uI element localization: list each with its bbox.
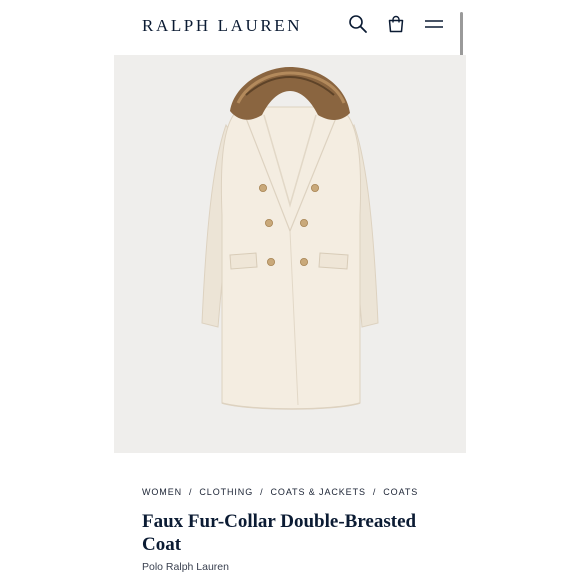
- breadcrumb-separator: /: [260, 487, 264, 497]
- coat-button: [264, 218, 273, 227]
- breadcrumb-clothing[interactable]: CLOTHING: [199, 487, 253, 497]
- coat-illustration: [114, 55, 466, 453]
- shopping-bag-icon[interactable]: [386, 14, 406, 34]
- search-icon[interactable]: [348, 14, 368, 34]
- coat-button: [299, 218, 308, 227]
- right-pocket-flap: [318, 252, 349, 270]
- coat-button: [310, 183, 319, 192]
- coat-button: [299, 257, 308, 266]
- product-title: Faux Fur-Collar Double-Breasted Coat: [142, 511, 417, 555]
- coat-button: [266, 257, 275, 266]
- breadcrumb-coats-jackets[interactable]: COATS & JACKETS: [271, 487, 366, 497]
- breadcrumb-women[interactable]: WOMEN: [142, 487, 182, 497]
- menu-icon[interactable]: [424, 14, 444, 34]
- site-header: RALPH LAUREN: [0, 0, 580, 52]
- product-brand: Polo Ralph Lauren: [142, 561, 229, 573]
- coat-button: [258, 183, 267, 192]
- left-pocket-flap: [229, 252, 258, 270]
- breadcrumb-coats[interactable]: COATS: [383, 487, 418, 497]
- product-image[interactable]: [114, 55, 466, 453]
- brand-logo[interactable]: RALPH LAUREN: [142, 16, 302, 36]
- breadcrumb-separator: /: [189, 487, 193, 497]
- breadcrumb-separator: /: [372, 487, 377, 497]
- breadcrumb: WOMEN / CLOTHING / COATS & JACKETS / COATS: [142, 487, 418, 497]
